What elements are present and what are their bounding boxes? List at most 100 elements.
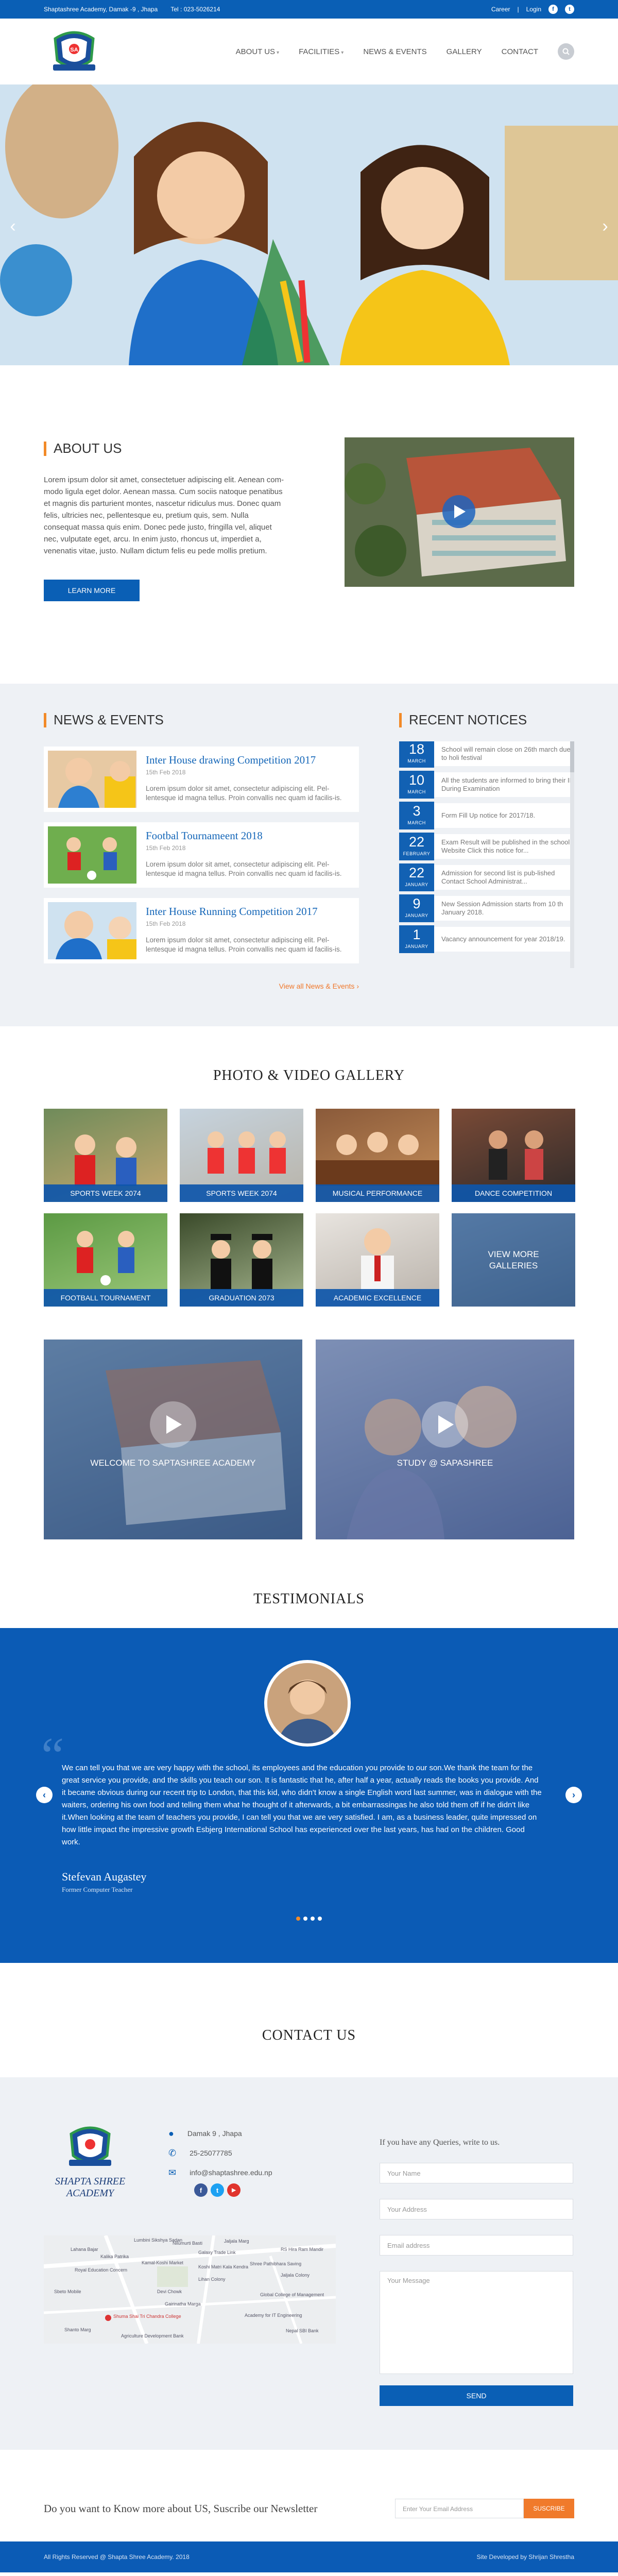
mail-icon: ✉: [168, 2167, 177, 2178]
news-item[interactable]: Inter House drawing Competition 2017 15t…: [44, 747, 359, 812]
news-title-text[interactable]: Inter House drawing Competition 2017: [146, 754, 346, 767]
developer-credit[interactable]: Site Developed by Shrijan Shrestha: [477, 2553, 574, 2561]
play-icon[interactable]: [442, 495, 475, 528]
notice-item[interactable]: 22 JANUARY Admission for second list is pu…: [399, 863, 574, 891]
gallery-item[interactable]: MUSICAL PERFORMANCE: [316, 1109, 439, 1202]
slider-dot[interactable]: [311, 1917, 315, 1921]
news-thumbnail: [48, 751, 136, 808]
chevron-right-icon: ›: [356, 982, 359, 990]
map-label: Nilumurti Basti: [173, 2241, 203, 2246]
view-more-label[interactable]: VIEW MORE GALLERIES: [452, 1213, 575, 1307]
facebook-icon[interactable]: f: [194, 2183, 208, 2197]
gallery-item[interactable]: SPORTS WEEK 2074: [44, 1109, 167, 1202]
testimonials-slider[interactable]: “ We can tell you that we are very happy…: [0, 1628, 618, 1963]
hero-prev-arrow[interactable]: ‹: [5, 216, 21, 236]
about-video-thumbnail[interactable]: [345, 437, 574, 587]
nav-gallery[interactable]: GALLERY: [447, 47, 482, 56]
testimonial-next-arrow[interactable]: ›: [565, 1787, 582, 1803]
hero-next-arrow[interactable]: ›: [597, 216, 613, 236]
play-icon[interactable]: [422, 1401, 468, 1448]
twitter-icon[interactable]: t: [211, 2183, 224, 2197]
view-all-news-link[interactable]: View all News & Events ›: [44, 982, 359, 990]
gallery-item[interactable]: FOOTBALL TOURNAMENT: [44, 1213, 167, 1307]
contact-title: CONTACT US: [262, 2027, 356, 2043]
gallery-item[interactable]: DANCE COMPETITION: [452, 1109, 575, 1202]
name-field[interactable]: Your Name: [380, 2163, 573, 2183]
address-field[interactable]: Your Address: [380, 2199, 573, 2219]
slider-dot[interactable]: [318, 1917, 322, 1921]
newsletter-email-input[interactable]: Enter Your Email Address: [395, 2499, 524, 2518]
location-map[interactable]: Lumbini Sikshya Sadan Lahana Bajar Kalik…: [44, 2235, 336, 2344]
notice-date: 22 JANUARY: [399, 863, 434, 891]
youtube-icon[interactable]: ▶: [227, 2183, 241, 2197]
testimonial-prev-arrow[interactable]: ‹: [36, 1787, 53, 1803]
gallery-section: PHOTO & VIDEO GALLERY SPORTS WEEK 2074 S…: [0, 1026, 618, 1591]
slider-dot[interactable]: [303, 1917, 307, 1921]
video-item[interactable]: WELCOME TO SAPTASHREE ACADEMY: [44, 1340, 302, 1539]
notice-item[interactable]: 18 MARCH School will remain close on 26th …: [399, 741, 574, 768]
map-label: Shanto Marg: [64, 2327, 91, 2332]
video-caption: WELCOME TO SAPTASHREE ACADEMY: [90, 1458, 256, 1468]
news-item[interactable]: Footbal Tournameent 2018 15th Feb 2018 L…: [44, 822, 359, 888]
notice-date: 18 MARCH: [399, 741, 434, 768]
title-accent-bar: [399, 713, 402, 727]
nav-contact[interactable]: CONTACT: [502, 47, 538, 56]
map-label: Kamal-Koshi Market: [142, 2260, 184, 2265]
email-field[interactable]: Email address: [380, 2235, 573, 2256]
notice-text: Form Fill Up notice for 2017/18.: [441, 811, 536, 819]
avatar: [264, 1660, 351, 1747]
testimonial-text: We can tell you that we are very happy w…: [62, 1764, 542, 1846]
newsletter-text: Do you want to Know more about US, Suscr…: [44, 2502, 318, 2515]
notice-item[interactable]: 9 JANUARY New Session Admission starts fro…: [399, 894, 574, 922]
send-button[interactable]: SEND: [380, 2385, 573, 2406]
notice-date: 10 MARCH: [399, 771, 434, 799]
facebook-icon[interactable]: f: [548, 5, 558, 14]
subscribe-button[interactable]: SUSCRIBE: [524, 2499, 574, 2518]
view-more-galleries[interactable]: VIEW MORE GALLERIES: [452, 1213, 575, 1307]
contact-section: SHAPTA SHREE ACADEMY ● Damak 9 , Jhapa ✆ 2…: [0, 2077, 618, 2450]
login-link[interactable]: Login: [526, 6, 541, 13]
gallery-caption: ACADEMIC EXCELLENCE: [316, 1289, 439, 1307]
map-label: Devi Chowk: [157, 2289, 182, 2294]
gallery-item[interactable]: ACADEMIC EXCELLENCE: [316, 1213, 439, 1307]
learn-more-button[interactable]: LEARN MORE: [44, 580, 140, 601]
quote-icon: “: [41, 1727, 64, 1784]
slider-dot-active[interactable]: [296, 1917, 300, 1921]
message-field[interactable]: Your Message: [380, 2271, 573, 2374]
phone-icon: ✆: [168, 2147, 177, 2158]
notice-item[interactable]: 3 MARCH Form Fill Up notice for 2017/18.: [399, 802, 574, 829]
site-footer: All Rights Reserved @ Shapta Shree Acade…: [0, 2541, 618, 2572]
gallery-item[interactable]: GRADUATION 2073: [180, 1213, 303, 1307]
notice-item[interactable]: 1 JANUARY Vacancy announcement for year 20…: [399, 925, 574, 953]
site-logo[interactable]: SA: [44, 28, 105, 75]
title-accent-bar: [44, 441, 46, 456]
gallery-item[interactable]: SPORTS WEEK 2074: [180, 1109, 303, 1202]
news-item[interactable]: Inter House Running Competition 2017 15t…: [44, 898, 359, 963]
map-label: Galaxy Trade Link: [198, 2250, 236, 2255]
twitter-icon[interactable]: t: [565, 5, 574, 14]
search-icon[interactable]: [558, 43, 574, 60]
notice-item[interactable]: 10 MARCH All the students are informed to …: [399, 771, 574, 799]
notices-list[interactable]: 18 MARCH School will remain close on 26th …: [399, 741, 574, 973]
contact-email[interactable]: ✉ info@shaptashree.edu.np: [168, 2163, 272, 2182]
map-pin-icon: ●: [168, 2128, 174, 2139]
career-link[interactable]: Career: [491, 6, 510, 13]
play-icon[interactable]: [150, 1401, 196, 1448]
nav-facilities[interactable]: FACILITIES ▾: [299, 47, 344, 56]
video-item[interactable]: STUDY @ SAPASHREE: [316, 1340, 574, 1539]
news-date: 15th Feb 2018: [146, 920, 186, 927]
nav-news-events[interactable]: NEWS & EVENTS: [363, 47, 426, 56]
slider-dots: [0, 1917, 618, 1921]
notices-scrollbar[interactable]: [570, 741, 574, 968]
map-label: Nepal SBI Bank: [286, 2328, 319, 2333]
gallery-caption: GRADUATION 2073: [180, 1289, 303, 1307]
nav-about[interactable]: ABOUT US ▾: [236, 47, 279, 56]
news-title-text[interactable]: Inter House Running Competition 2017: [146, 905, 346, 918]
map-label: Kalika Patrika: [100, 2254, 129, 2259]
notice-text: Exam Result will be published in the sch…: [441, 838, 570, 854]
map-label: Lahana Bajar: [71, 2247, 98, 2252]
notice-item[interactable]: 22 FEBRUARY Exam Result will be published …: [399, 833, 574, 860]
hero-slider[interactable]: ‹ ›: [0, 84, 618, 365]
news-title-text[interactable]: Footbal Tournameent 2018: [146, 829, 346, 842]
gallery-caption: SPORTS WEEK 2074: [44, 1184, 167, 1202]
